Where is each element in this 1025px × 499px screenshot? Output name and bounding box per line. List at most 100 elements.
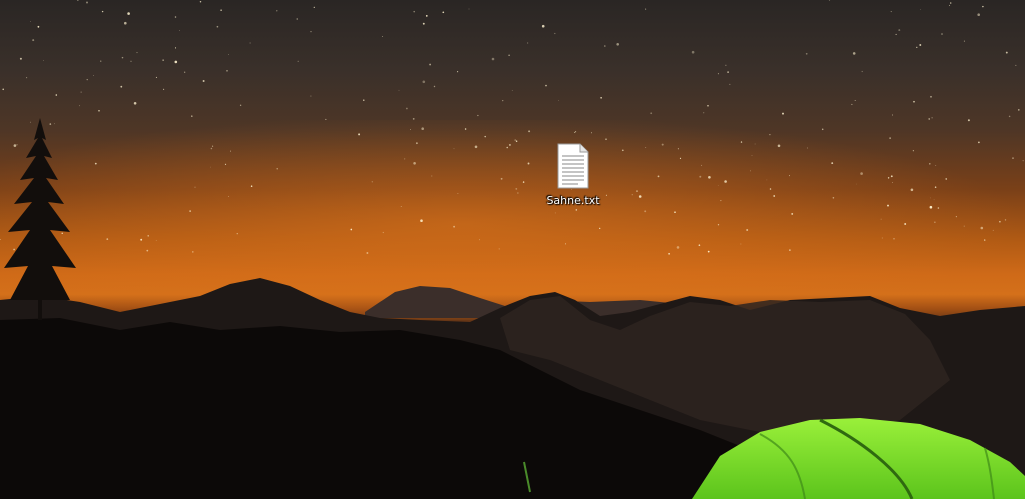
star	[228, 196, 229, 197]
star	[296, 18, 298, 20]
star	[937, 207, 940, 209]
star	[30, 20, 31, 22]
star	[789, 249, 791, 251]
star	[855, 183, 857, 185]
star	[191, 115, 193, 117]
star	[898, 29, 901, 32]
star	[121, 56, 124, 59]
star	[515, 188, 518, 190]
star	[382, 231, 384, 234]
star	[984, 239, 986, 241]
star	[147, 235, 149, 237]
star	[773, 195, 776, 197]
star	[120, 85, 123, 88]
star	[904, 223, 907, 225]
star	[453, 225, 456, 228]
star	[851, 103, 853, 105]
star	[677, 148, 679, 150]
star	[457, 193, 459, 194]
star	[363, 99, 365, 101]
star	[930, 197, 931, 199]
star	[657, 175, 660, 178]
star	[194, 186, 196, 188]
star	[421, 127, 425, 130]
star	[500, 177, 503, 180]
star	[80, 91, 82, 93]
star	[2, 88, 4, 91]
star	[453, 148, 455, 150]
star	[220, 9, 222, 11]
star	[77, 0, 79, 1]
star	[945, 178, 947, 180]
star	[707, 250, 710, 253]
star	[935, 165, 937, 166]
star	[977, 13, 980, 16]
star	[860, 172, 863, 175]
star	[410, 129, 411, 130]
star	[276, 10, 278, 12]
star	[239, 104, 242, 106]
star	[717, 185, 719, 187]
star	[16, 144, 18, 146]
star	[162, 59, 164, 61]
star	[420, 219, 423, 222]
desktop[interactable]: Sahne.txt	[0, 0, 1025, 499]
star	[425, 15, 428, 17]
star	[621, 149, 624, 152]
star	[740, 243, 742, 245]
star	[782, 112, 784, 115]
star	[1017, 109, 1020, 111]
star	[934, 186, 937, 188]
star	[1005, 51, 1008, 54]
star	[140, 238, 143, 241]
star	[720, 200, 722, 202]
star	[528, 130, 531, 133]
star	[769, 188, 772, 190]
star	[929, 163, 931, 165]
star	[708, 176, 711, 179]
star	[400, 206, 402, 207]
star	[413, 10, 415, 13]
star	[591, 132, 592, 134]
star	[645, 8, 647, 10]
star	[522, 181, 525, 183]
star	[146, 249, 149, 252]
star	[967, 119, 970, 122]
star	[928, 118, 930, 120]
star	[101, 10, 104, 13]
star	[358, 133, 361, 136]
star	[777, 144, 781, 148]
star	[1015, 64, 1017, 66]
star	[1012, 157, 1014, 159]
star	[442, 11, 445, 14]
star	[210, 147, 213, 150]
star	[650, 112, 653, 115]
star	[506, 146, 508, 149]
star	[276, 168, 278, 170]
star	[133, 102, 137, 105]
star	[631, 194, 633, 196]
star	[350, 228, 353, 231]
star	[661, 143, 664, 146]
star	[106, 238, 109, 240]
star	[725, 64, 727, 66]
star	[751, 155, 753, 156]
star	[212, 145, 214, 147]
star	[644, 210, 647, 213]
star	[645, 147, 647, 148]
star	[955, 216, 957, 218]
star	[433, 85, 436, 88]
star	[249, 42, 251, 44]
star	[828, 0, 831, 1]
star	[916, 46, 918, 49]
star	[412, 118, 415, 120]
star	[541, 24, 545, 28]
desktop-icon-text-file[interactable]: Sahne.txt	[538, 142, 608, 216]
star	[931, 117, 933, 119]
star	[890, 11, 892, 13]
star	[892, 114, 893, 116]
star	[297, 60, 299, 62]
star	[429, 63, 432, 66]
star	[310, 30, 312, 33]
star	[199, 1, 202, 3]
